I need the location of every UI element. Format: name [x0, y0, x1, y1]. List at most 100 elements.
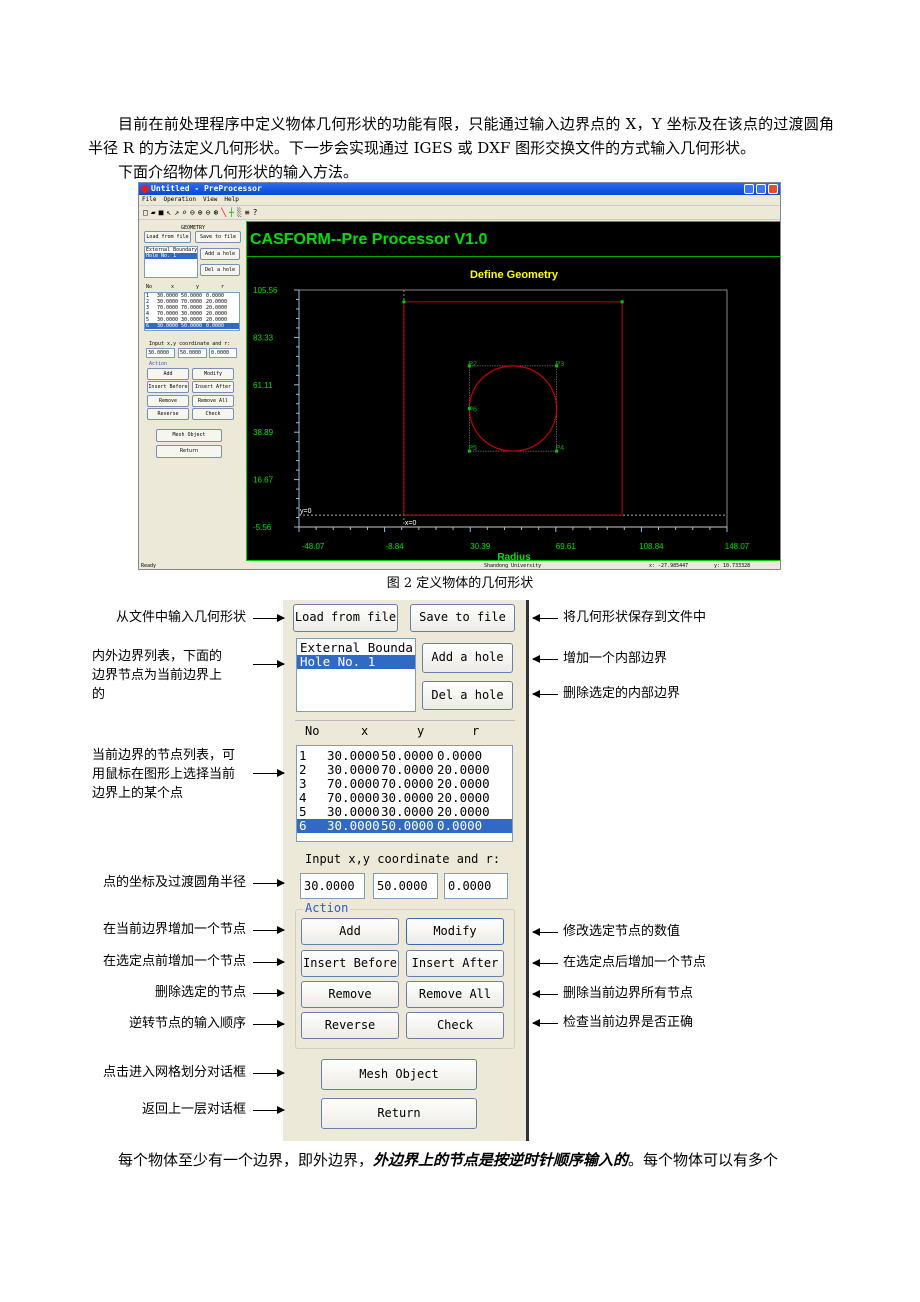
node-cell: 70.0000 [381, 776, 434, 791]
app-icon [141, 185, 149, 193]
boundary-item[interactable]: Hole No. 1 [297, 655, 415, 669]
closing-text-emphasis: 外边界上的节点是按逆时针顺序输入的 [373, 1151, 629, 1169]
hole-circle [468, 365, 558, 452]
reverse-button[interactable]: Reverse [147, 408, 189, 420]
grid-icon[interactable]: ░ [237, 208, 245, 217]
menu-view[interactable]: View [203, 196, 217, 203]
column-header: y [196, 284, 200, 290]
add-button[interactable]: Add [147, 368, 189, 380]
insert-before-button[interactable]: Insert Before [147, 381, 189, 393]
arrow-right-icon [253, 958, 285, 966]
save-to-file-button[interactable]: Save to file [195, 231, 241, 243]
new-icon[interactable]: □ [143, 208, 151, 217]
del-hole-button[interactable]: Del a hole [200, 264, 240, 276]
modify-button[interactable]: Modify [192, 368, 234, 380]
node-cell: 0.0000 [437, 748, 483, 763]
node-row[interactable]: 6 30.0000 50.0000 0.0000 [145, 323, 239, 329]
node-cell: 70.0000 [327, 776, 380, 791]
node-cell: 20.0000 [437, 762, 490, 777]
x-tick-label: -48.07 [302, 542, 325, 551]
axes-icon[interactable]: ┼ [229, 208, 237, 217]
boundary-item[interactable]: External Boundary [297, 641, 415, 655]
boundary-list[interactable]: External Boundary Hole No. 1 [296, 638, 416, 712]
node-cell: 20.0000 [437, 804, 490, 819]
maximize-icon[interactable] [756, 184, 766, 194]
node-row[interactable]: 6 30.0000 50.0000 0.0000 [297, 819, 512, 833]
drawing-canvas[interactable]: CASFORM--Pre Processor V1.0 Define Geome… [246, 221, 780, 562]
action-label: Action [303, 901, 351, 915]
remove-all-button[interactable]: Remove All [406, 981, 504, 1008]
node-row[interactable]: 3 70.0000 70.0000 20.0000 [297, 777, 512, 791]
column-header: No [146, 284, 153, 290]
outer-boundary [403, 301, 623, 516]
node-cell: 2 [299, 762, 307, 777]
list-icon[interactable]: ≡ [245, 208, 253, 217]
point-label: P6 [468, 407, 477, 414]
load-from-file-button[interactable]: Load from file [144, 231, 191, 243]
add-hole-button[interactable]: Add a hole [200, 248, 240, 260]
node-cell: 30.0000 [327, 804, 380, 819]
remove-button[interactable]: Remove [301, 981, 399, 1008]
x-input[interactable]: 30.0000 [146, 348, 175, 358]
remove-all-button[interactable]: Remove All [192, 395, 234, 407]
right-annotation: 删除当前边界所有节点 [563, 986, 694, 1001]
arrow-right-icon [253, 1106, 285, 1114]
mesh-object-button[interactable]: Mesh Object [321, 1059, 477, 1090]
open-icon[interactable]: ▰ [151, 208, 159, 217]
node-list[interactable]: 1 30.0000 50.0000 0.0000 2 30.0000 70.0000 20.0… [144, 292, 240, 331]
status-x: x: -27.985447 [649, 563, 689, 569]
close-icon[interactable] [768, 184, 778, 194]
r-input[interactable]: 0.0000 [444, 873, 508, 899]
node-row[interactable]: 2 30.0000 70.0000 20.0000 [297, 763, 512, 777]
r-input[interactable]: 0.0000 [209, 348, 237, 358]
remove-button[interactable]: Remove [147, 395, 189, 407]
node-row[interactable]: 1 30.0000 50.0000 0.0000 [297, 749, 512, 763]
reverse-button[interactable]: Reverse [301, 1012, 399, 1039]
return-button[interactable]: Return [321, 1098, 477, 1129]
window-title: Untitled - PreProcessor [151, 184, 262, 193]
zoom-fit-icon[interactable]: ⊖ [190, 208, 198, 217]
zoom-window-icon[interactable]: ⌕ [182, 208, 190, 217]
insert-after-button[interactable]: Insert After [192, 381, 234, 393]
y-tick-label: 16.67 [253, 476, 274, 485]
return-button[interactable]: Return [156, 445, 222, 458]
boundary-list[interactable]: External Boundary Hole No. 1 [144, 246, 198, 278]
input-label: Input x,y coordinate and r: [149, 341, 231, 347]
menu-file[interactable]: File [142, 196, 156, 203]
check-button[interactable]: Check [406, 1012, 504, 1039]
column-header: x [361, 724, 369, 738]
help-icon[interactable]: ? [253, 208, 261, 217]
chart-title: Define Geometry [470, 269, 559, 281]
boundary-node [620, 300, 624, 304]
node-list[interactable]: 1 30.0000 50.0000 0.0000 2 30.0000 70.0000 20.0… [296, 745, 513, 842]
node-row[interactable]: 5 30.0000 30.0000 20.0000 [297, 805, 512, 819]
menu-operation[interactable]: Operation [163, 196, 196, 203]
plot-frame [298, 289, 728, 528]
add-hole-button[interactable]: Add a hole [422, 643, 513, 673]
modify-button[interactable]: Modify [406, 918, 504, 945]
save-to-file-button[interactable]: Save to file [410, 604, 515, 632]
y-tick-label: 105.56 [253, 286, 278, 295]
x-input[interactable]: 30.0000 [300, 873, 365, 899]
intro-paragraph-2: 下面介绍物体几何形状的输入方法。 [118, 163, 359, 181]
add-button[interactable]: Add [301, 918, 399, 945]
load-from-file-button[interactable]: Load from file [293, 604, 398, 632]
pan-icon[interactable]: ↗ [174, 208, 182, 217]
closing-text-c: 。每个物体可以有多个 [628, 1151, 779, 1169]
y-input[interactable]: 50.0000 [178, 348, 207, 358]
node-cell: 3 [299, 776, 307, 791]
zoom-in-icon[interactable]: ⊕ [198, 208, 206, 217]
insert-after-button[interactable]: Insert After [406, 950, 504, 977]
del-hole-button[interactable]: Del a hole [422, 681, 513, 710]
insert-before-button[interactable]: Insert Before [301, 950, 399, 977]
status-bar: Ready Shandong University x: -27.985447 … [139, 561, 780, 569]
line-icon[interactable]: ╲ [221, 208, 229, 217]
minimize-icon[interactable] [744, 184, 754, 194]
arrow-right-icon [253, 614, 285, 622]
boundary-item[interactable]: Hole No. 1 [145, 253, 197, 259]
menu-help[interactable]: Help [224, 196, 238, 203]
node-row[interactable]: 4 70.0000 30.0000 20.0000 [297, 791, 512, 805]
y-input[interactable]: 50.0000 [373, 873, 438, 899]
mesh-object-button[interactable]: Mesh Object [156, 429, 222, 442]
check-button[interactable]: Check [192, 408, 234, 420]
